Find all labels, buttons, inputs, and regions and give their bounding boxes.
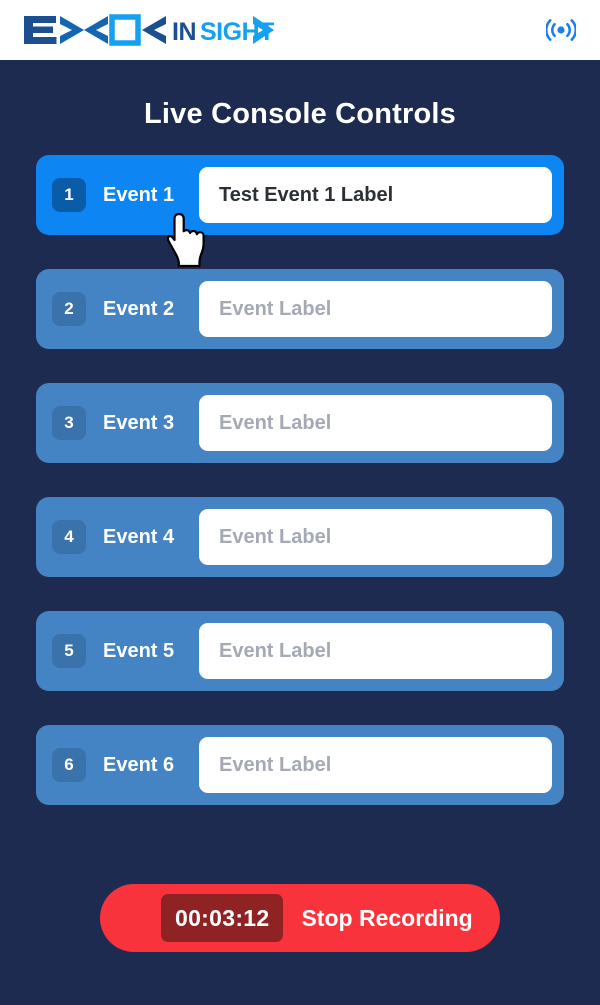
exo-insights-logo[interactable]: IN SIGHTS EXO IN SIGHTS [22,13,274,47]
event-row[interactable]: 3 Event 3 [36,383,564,463]
broadcast-live-icon[interactable] [546,17,576,43]
app-header: IN SIGHTS EXO IN SIGHTS [0,0,600,60]
event-row[interactable]: 2 Event 2 [36,269,564,349]
event-number-badge: 5 [52,634,86,668]
event-label-input[interactable] [199,167,552,223]
event-number-badge: 6 [52,748,86,782]
event-name-label: Event 6 [103,753,175,776]
event-number-badge: 4 [52,520,86,554]
event-name-label: Event 5 [103,639,175,662]
stop-recording-button[interactable]: 00:03:12 Stop Recording [100,884,500,952]
page-title: Live Console Controls [144,98,456,130]
event-name-label: Event 1 [103,183,175,206]
event-label-input[interactable] [199,509,552,565]
event-number-badge: 2 [52,292,86,326]
event-row[interactable]: 6 Event 6 [36,725,564,805]
stop-recording-label: Stop Recording [301,904,473,931]
event-number-badge: 3 [52,406,86,440]
event-label-input[interactable] [199,623,552,679]
event-row[interactable]: 5 Event 5 [36,611,564,691]
event-name-label: Event 4 [103,525,175,548]
event-label-input[interactable] [199,281,552,337]
event-number-badge: 1 [52,178,86,212]
event-list: 1 Event 1 Event Label 2 Event 2 3 Event … [0,155,600,805]
event-label-input[interactable] [199,395,552,451]
event-label-input[interactable] [199,737,552,793]
event-row[interactable]: 4 Event 4 [36,497,564,577]
svg-text:IN: IN [172,18,196,46]
event-row[interactable]: 1 Event 1 Event Label [36,155,564,235]
recording-timer: 00:03:12 [161,894,284,942]
record-button-area: 00:03:12 Stop Recording [0,884,600,952]
event-name-label: Event 3 [103,411,175,434]
event-name-label: Event 2 [103,297,175,320]
